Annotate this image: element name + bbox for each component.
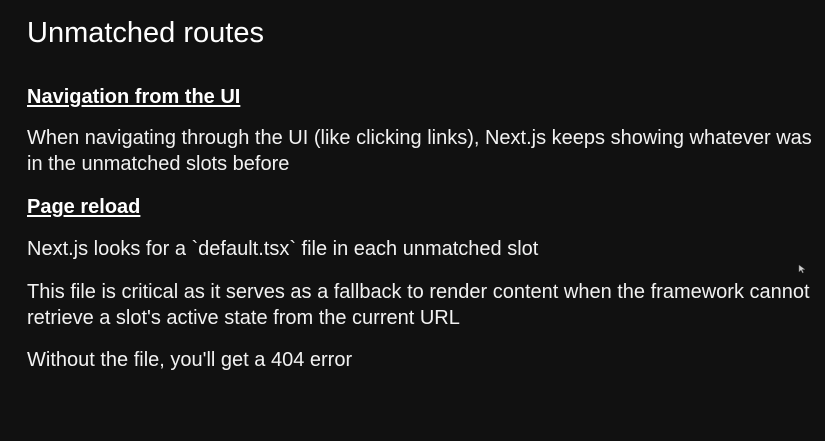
section-heading-navigation: Navigation from the UI — [27, 86, 241, 108]
default-file-description: This file is critical as it serves as a … — [27, 281, 810, 329]
missing-file-warning: Without the file, you'll get a 404 error — [27, 349, 353, 371]
slide-title: Unmatched routes — [27, 17, 264, 49]
navigation-description: When navigating through the UI (like cli… — [27, 127, 812, 175]
mouse-pointer-icon — [798, 264, 806, 274]
slide: Unmatched routes Navigation from the UI … — [0, 0, 825, 441]
page-reload-description: Next.js looks for a `default.tsx` file i… — [27, 238, 539, 260]
section-heading-page-reload: Page reload — [27, 196, 141, 218]
